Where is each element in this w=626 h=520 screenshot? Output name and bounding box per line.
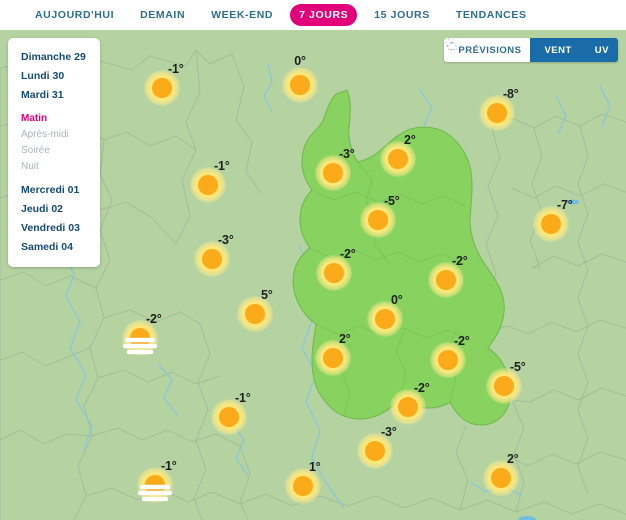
time-slot-nuit[interactable]: Nuit [8, 159, 100, 175]
date-option-before-0[interactable]: Dimanche 29 [8, 48, 100, 67]
weather-marker[interactable]: -8° [479, 95, 515, 131]
weather-marker[interactable]: -2° [428, 262, 464, 298]
temperature-label: -3° [339, 147, 355, 161]
layer-button-uv[interactable]: UV [581, 38, 618, 62]
sun-disc [494, 376, 514, 396]
temperature-label: 2° [404, 133, 416, 147]
temperature-label: -5° [384, 194, 400, 208]
sun-disc [290, 75, 310, 95]
sun-disc [491, 468, 511, 488]
sun-disc [438, 350, 458, 370]
sun-icon [282, 67, 318, 103]
weather-marker[interactable]: -2° [122, 320, 158, 356]
sun-disc [541, 214, 561, 234]
sun-disc [202, 249, 222, 269]
weather-marker[interactable]: 5° [237, 296, 273, 332]
temperature-label: 5° [261, 288, 273, 302]
sun-disc [198, 175, 218, 195]
sun-disc [324, 263, 344, 283]
weather-marker[interactable]: -2° [390, 389, 426, 425]
date-option-before-2[interactable]: Mardi 31 [8, 86, 100, 105]
tab-aujourd-hui[interactable]: AUJOURD'HUI [26, 4, 123, 26]
temperature-label: -1° [235, 391, 251, 405]
temperature-label: 2° [507, 452, 519, 466]
temperature-label: 0° [391, 293, 403, 307]
sun-disc [388, 149, 408, 169]
weather-marker[interactable]: 2° [483, 460, 519, 496]
date-option-before-1[interactable]: Lundi 30 [8, 67, 100, 86]
date-option-after-3[interactable]: Samedi 04 [8, 238, 100, 257]
tab-15-jours[interactable]: 15 JOURS [365, 4, 439, 26]
temperature-label: 1° [309, 460, 321, 474]
weather-marker[interactable]: -3° [357, 433, 393, 469]
weather-marker[interactable]: 1° [285, 468, 321, 504]
fog-bars [138, 485, 172, 501]
layer-button-label: UV [595, 45, 609, 56]
weather-marker[interactable]: -1° [190, 167, 226, 203]
date-option-after-0[interactable]: Mercredi 01 [8, 181, 100, 200]
layer-button-vent[interactable]: VENT [530, 38, 580, 62]
sun-disc [398, 397, 418, 417]
sun-disc [436, 270, 456, 290]
time-slot-apr-s-midi[interactable]: Après-midi [8, 127, 100, 143]
temperature-label: -2° [454, 334, 470, 348]
map-layer-controls[interactable]: PRÉVISIONS VENT UV [444, 38, 618, 62]
sun-disc [487, 103, 507, 123]
tab-demain[interactable]: DEMAIN [131, 4, 194, 26]
layer-button-label: PRÉVISIONS [458, 45, 521, 56]
period-tab-bar: AUJOURD'HUI DEMAIN WEEK-END 7 JOURS 15 JOURS… [0, 0, 626, 31]
time-slot-soir-e[interactable]: Soirée [8, 143, 100, 159]
tab-week-end[interactable]: WEEK-END [202, 4, 282, 26]
weather-marker[interactable]: -2° [430, 342, 466, 378]
weather-marker[interactable]: -3° [194, 241, 230, 277]
sun-disc [293, 476, 313, 496]
weather-marker[interactable]: 0° [282, 67, 318, 103]
temperature-label: 0° [294, 54, 306, 68]
temperature-label: -2° [146, 312, 162, 326]
weather-marker[interactable]: -5° [486, 368, 522, 404]
weather-marker[interactable]: -1° [211, 399, 247, 435]
tab-7-jours[interactable]: 7 JOURS [290, 4, 357, 26]
weather-marker[interactable]: 2° [315, 340, 351, 376]
temperature-label: -1° [168, 62, 184, 76]
weather-marker[interactable]: -5° [360, 202, 396, 238]
tab-tendances[interactable]: TENDANCES [447, 4, 536, 26]
temperature-label: -1° [214, 159, 230, 173]
temperature-label: -3° [218, 233, 234, 247]
temperature-label: -8° [503, 87, 519, 101]
sun-disc [323, 348, 343, 368]
sun-disc [245, 304, 265, 324]
temperature-label: -2° [340, 247, 356, 261]
fog-bars [123, 338, 157, 354]
sun-disc [365, 441, 385, 461]
temperature-label: -5° [510, 360, 526, 374]
weather-marker[interactable]: -1° [144, 70, 180, 106]
sun-disc [152, 78, 172, 98]
sun-disc [368, 210, 388, 230]
time-slot-matin[interactable]: Matin [8, 111, 100, 127]
temperature-label: -2° [452, 254, 468, 268]
sun-disc [219, 407, 239, 427]
sun-disc [375, 309, 395, 329]
weather-marker[interactable]: -2° [316, 255, 352, 291]
weather-marker[interactable]: -3° [315, 155, 351, 191]
temperature-label: -1° [161, 459, 177, 473]
weather-map[interactable]: Dimanche 29Lundi 30Mardi 31 MatinAprès-mi… [0, 30, 626, 520]
temperature-label: -7° [557, 198, 573, 212]
temperature-label: -3° [381, 425, 397, 439]
weather-marker[interactable]: 0° [367, 301, 403, 337]
date-option-after-2[interactable]: Vendredi 03 [8, 219, 100, 238]
date-option-after-1[interactable]: Jeudi 02 [8, 200, 100, 219]
weather-marker[interactable]: 2° [380, 141, 416, 177]
temperature-label: -2° [414, 381, 430, 395]
temperature-label: 2° [339, 332, 351, 346]
sun-disc [323, 163, 343, 183]
weather-marker[interactable]: -1° [137, 467, 173, 503]
weather-marker[interactable]: -7° [533, 206, 569, 242]
layer-button-label: VENT [544, 45, 571, 56]
weather-map-page: AUJOURD'HUI DEMAIN WEEK-END 7 JOURS 15 JOURS… [0, 0, 626, 520]
date-selector-panel[interactable]: Dimanche 29Lundi 30Mardi 31 MatinAprès-mi… [8, 38, 100, 267]
